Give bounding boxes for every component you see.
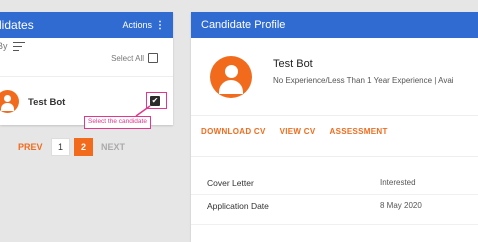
application-date-value: 8 May 2020 bbox=[380, 201, 422, 210]
profile-summary: Test Bot No Experience/Less Than 1 Year … bbox=[191, 54, 478, 100]
candidate-checkbox[interactable]: ✔ bbox=[150, 96, 160, 106]
pagination: PREV 1 2 NEXT bbox=[0, 138, 173, 156]
select-all-row: Select All bbox=[0, 52, 173, 66]
candidates-title: didates bbox=[0, 18, 34, 32]
select-all-checkbox[interactable] bbox=[148, 53, 158, 63]
assessment-link[interactable]: ASSESSMENT bbox=[330, 127, 388, 136]
select-all-label: Select All bbox=[111, 54, 144, 63]
profile-actions: DOWNLOAD CV VIEW CV ASSESSMENT bbox=[201, 127, 388, 136]
callout-annotation: Select the candidate bbox=[84, 116, 151, 129]
candidates-header: didates Actions ⋮ bbox=[0, 12, 173, 38]
divider bbox=[191, 115, 478, 116]
application-date-label: Application Date bbox=[207, 201, 269, 211]
page-1-button[interactable]: 1 bbox=[51, 138, 70, 156]
profile-experience: No Experience/Less Than 1 Year Experienc… bbox=[273, 76, 454, 85]
candidate-name: Test Bot bbox=[28, 97, 66, 108]
divider bbox=[0, 76, 173, 77]
next-page-button[interactable]: NEXT bbox=[101, 142, 125, 152]
cover-letter-value: Interested bbox=[380, 178, 416, 187]
profile-header: Candidate Profile bbox=[191, 12, 478, 38]
sort-icon[interactable] bbox=[12, 41, 25, 51]
page-2-button[interactable]: 2 bbox=[74, 138, 93, 156]
avatar bbox=[210, 56, 252, 98]
download-cv-link[interactable]: DOWNLOAD CV bbox=[201, 127, 266, 136]
avatar bbox=[0, 90, 19, 113]
profile-name: Test Bot bbox=[273, 58, 313, 70]
divider bbox=[191, 194, 478, 195]
view-cv-link[interactable]: VIEW CV bbox=[280, 127, 316, 136]
prev-page-button[interactable]: PREV bbox=[18, 142, 43, 152]
divider bbox=[191, 156, 478, 157]
kebab-icon: ⋮ bbox=[155, 19, 165, 31]
cover-letter-label: Cover Letter bbox=[207, 178, 254, 188]
actions-label: Actions bbox=[122, 20, 152, 30]
divider bbox=[191, 224, 478, 225]
profile-title: Candidate Profile bbox=[201, 19, 286, 31]
sort-label: By bbox=[0, 41, 8, 51]
candidate-profile-panel: Candidate Profile Test Bot No Experience… bbox=[191, 12, 478, 242]
actions-menu-button[interactable]: Actions ⋮ bbox=[122, 20, 165, 31]
